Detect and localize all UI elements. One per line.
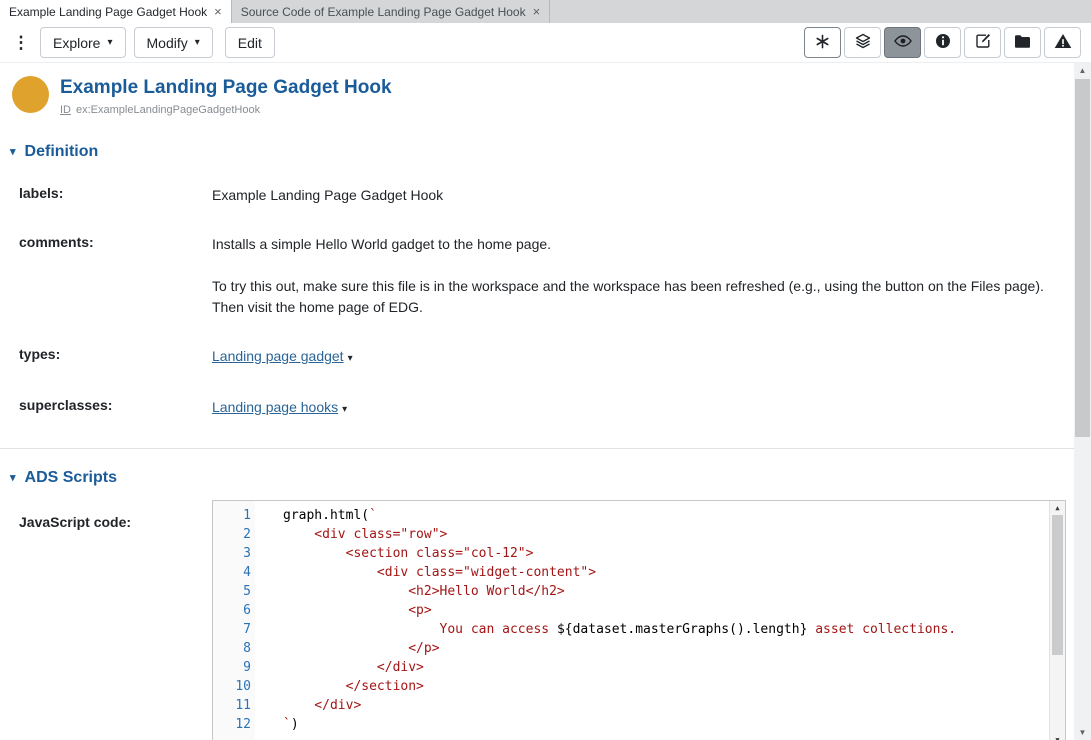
id-value: ex:ExampleLandingPageGadgetHook <box>76 104 260 116</box>
scroll-up-icon[interactable]: ▲ <box>1074 63 1091 78</box>
close-icon[interactable]: × <box>214 5 222 18</box>
definition-fields: labels: Example Landing Page Gadget Hook… <box>0 185 1074 420</box>
resource-header: Example Landing Page Gadget Hook ID ex:Ex… <box>0 63 1074 116</box>
field-value: Installs a simple Hello World gadget to … <box>212 234 1050 318</box>
section-definition-header[interactable]: ▾ Definition <box>10 143 1074 161</box>
section-definition-title: Definition <box>25 143 99 161</box>
eye-button[interactable] <box>884 27 921 58</box>
layers-button[interactable] <box>844 27 881 58</box>
edit-label: Edit <box>238 35 262 51</box>
folder-icon <box>1014 34 1031 52</box>
field-label: types: <box>19 346 212 362</box>
superclasses-link[interactable]: Landing page hooks <box>212 399 338 415</box>
edit-note-button[interactable] <box>964 27 1001 58</box>
warning-icon <box>1054 33 1072 52</box>
section-ads-scripts-title: ADS Scripts <box>25 469 117 487</box>
chevron-down-icon[interactable]: ▾ <box>348 353 353 364</box>
edit-note-icon <box>975 33 991 52</box>
collapse-triangle-icon: ▾ <box>10 473 16 484</box>
info-button[interactable] <box>924 27 961 58</box>
code-editor-scrollbar[interactable]: ▲ ▼ <box>1049 501 1065 740</box>
field-value: Example Landing Page Gadget Hook <box>212 185 1050 206</box>
resource-id: ID ex:ExampleLandingPageGadgetHook <box>60 104 392 116</box>
field-label: labels: <box>19 185 212 201</box>
code-editor[interactable]: 123456789101112 graph.html(` <div class=… <box>212 500 1066 740</box>
tab-label: Source Code of Example Landing Page Gadg… <box>241 5 526 19</box>
tab-resource[interactable]: Example Landing Page Gadget Hook × <box>0 0 232 23</box>
id-label: ID <box>60 104 71 116</box>
main-content: Example Landing Page Gadget Hook ID ex:Ex… <box>0 63 1074 740</box>
collapse-triangle-icon: ▾ <box>10 147 16 158</box>
modify-button[interactable]: Modify ▾ <box>134 27 213 58</box>
chevron-down-icon[interactable]: ▾ <box>342 404 347 415</box>
comment-paragraph: Installs a simple Hello World gadget to … <box>212 234 1050 255</box>
code-gutter: 123456789101112 <box>213 501 255 740</box>
field-label: superclasses: <box>19 397 212 413</box>
modify-label: Modify <box>147 35 188 51</box>
explore-label: Explore <box>53 35 100 51</box>
close-icon[interactable]: × <box>533 5 541 18</box>
asterisk-icon <box>815 34 830 52</box>
field-javascript-code: JavaScript code: 123456789101112 graph.h… <box>0 500 1074 740</box>
tab-source-code[interactable]: Source Code of Example Landing Page Gadg… <box>232 0 550 23</box>
chevron-down-icon: ▾ <box>107 38 112 48</box>
types-link[interactable]: Landing page gadget <box>212 348 344 364</box>
info-icon <box>935 33 951 52</box>
field-label: JavaScript code: <box>19 500 212 530</box>
explore-button[interactable]: Explore ▾ <box>40 27 126 58</box>
toolbar-icon-group <box>804 27 1081 58</box>
page-scrollbar-thumb[interactable] <box>1075 79 1090 437</box>
folder-button[interactable] <box>1004 27 1041 58</box>
field-comments: comments: Installs a simple Hello World … <box>0 234 1074 318</box>
section-ads-scripts-header[interactable]: ▾ ADS Scripts <box>10 469 1074 487</box>
scroll-down-icon[interactable]: ▼ <box>1074 725 1091 740</box>
toolbar: ⋮ Explore ▾ Modify ▾ Edit <box>0 23 1091 63</box>
chevron-down-icon: ▾ <box>195 38 200 48</box>
comment-paragraph: To try this out, make sure this file is … <box>212 276 1050 318</box>
warning-button[interactable] <box>1044 27 1081 58</box>
eye-icon <box>894 33 912 52</box>
field-label: comments: <box>19 234 212 250</box>
page-scrollbar[interactable]: ▲ ▼ <box>1074 63 1091 740</box>
section-divider <box>0 448 1074 449</box>
resource-avatar <box>12 76 49 113</box>
edit-button[interactable]: Edit <box>225 27 275 58</box>
field-labels: labels: Example Landing Page Gadget Hook <box>0 185 1074 206</box>
field-superclasses: superclasses: Landing page hooks ▾ <box>0 397 1074 420</box>
code-lines[interactable]: graph.html(` <div class="row"> <section … <box>255 501 1065 740</box>
app-window: Example Landing Page Gadget Hook × Sourc… <box>0 0 1091 740</box>
scroll-down-icon[interactable]: ▼ <box>1050 733 1065 740</box>
kebab-icon: ⋮ <box>13 33 30 52</box>
asterisk-button[interactable] <box>804 27 841 58</box>
kebab-menu-button[interactable]: ⋮ <box>10 28 32 58</box>
tab-label: Example Landing Page Gadget Hook <box>9 5 207 19</box>
field-types: types: Landing page gadget ▾ <box>0 346 1074 369</box>
tab-bar: Example Landing Page Gadget Hook × Sourc… <box>0 0 1091 23</box>
scroll-up-icon[interactable]: ▲ <box>1050 501 1065 515</box>
layers-icon <box>855 33 871 52</box>
code-scrollbar-thumb[interactable] <box>1052 515 1063 655</box>
page-title: Example Landing Page Gadget Hook <box>60 77 392 99</box>
